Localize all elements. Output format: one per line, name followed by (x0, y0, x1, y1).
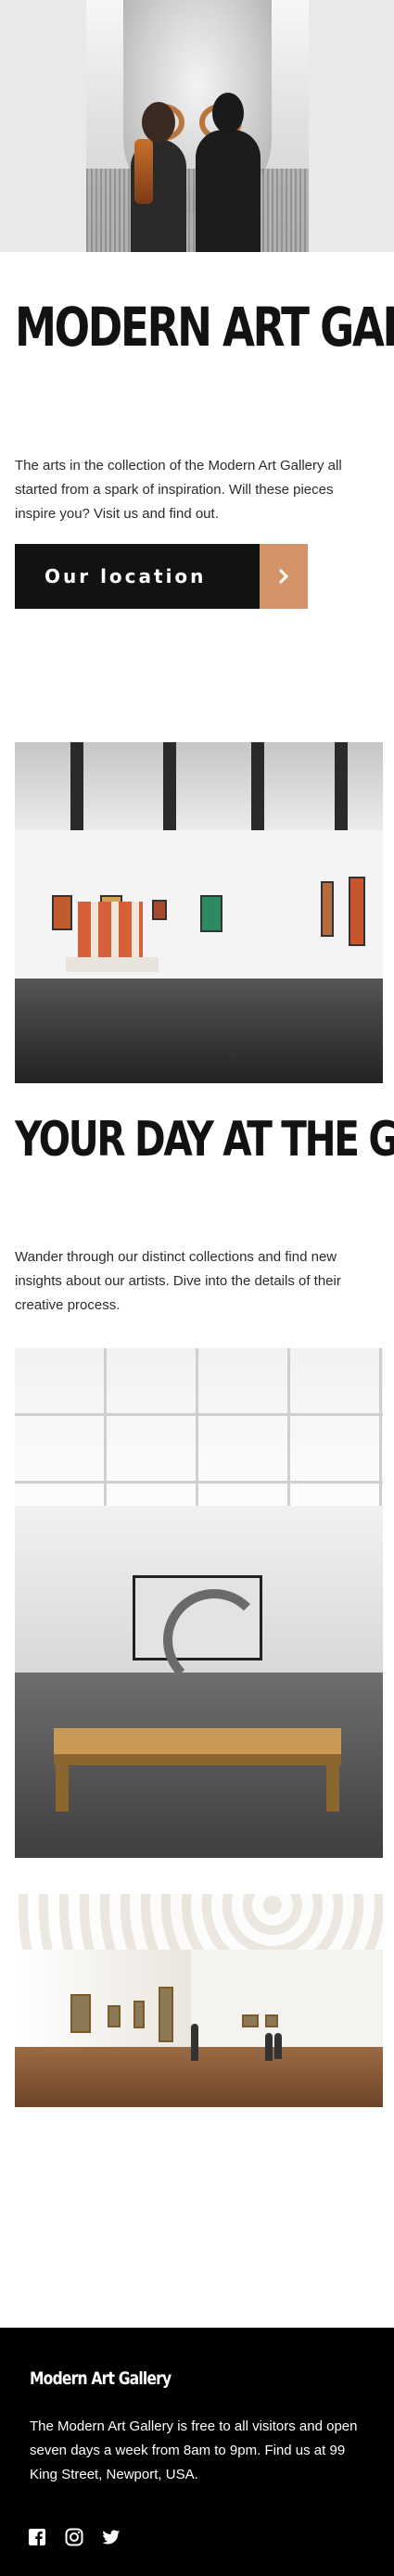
chevron-right-icon (260, 544, 308, 609)
gallery-room-image (15, 742, 383, 1083)
gallery-bench-image (15, 1348, 383, 1858)
twitter-icon[interactable] (102, 2528, 121, 2546)
instagram-icon[interactable] (65, 2528, 83, 2546)
section-text: Wander through our distinct collections … (15, 1249, 341, 1313)
intro-text: The arts in the collection of the Modern… (15, 458, 342, 522)
page-title: Modern Art Gallery (15, 296, 394, 359)
hero-image (0, 0, 394, 252)
footer: Modern Art Gallery The Modern Art Galler… (0, 2328, 394, 2576)
footer-info: The Modern Art Gallery is free to all vi… (30, 2418, 358, 2482)
our-location-button[interactable]: Our location (15, 544, 308, 609)
gallery-corridor-image (15, 1894, 383, 2107)
page: Modern Art Gallery The arts in the colle… (0, 0, 394, 2576)
social-links (28, 2528, 121, 2546)
footer-logo[interactable]: Modern Art Gallery (30, 2368, 172, 2389)
our-location-label: Our location (15, 544, 260, 609)
section-title: Your Day at the Gallery (15, 1112, 394, 1168)
facebook-icon[interactable] (28, 2528, 46, 2546)
